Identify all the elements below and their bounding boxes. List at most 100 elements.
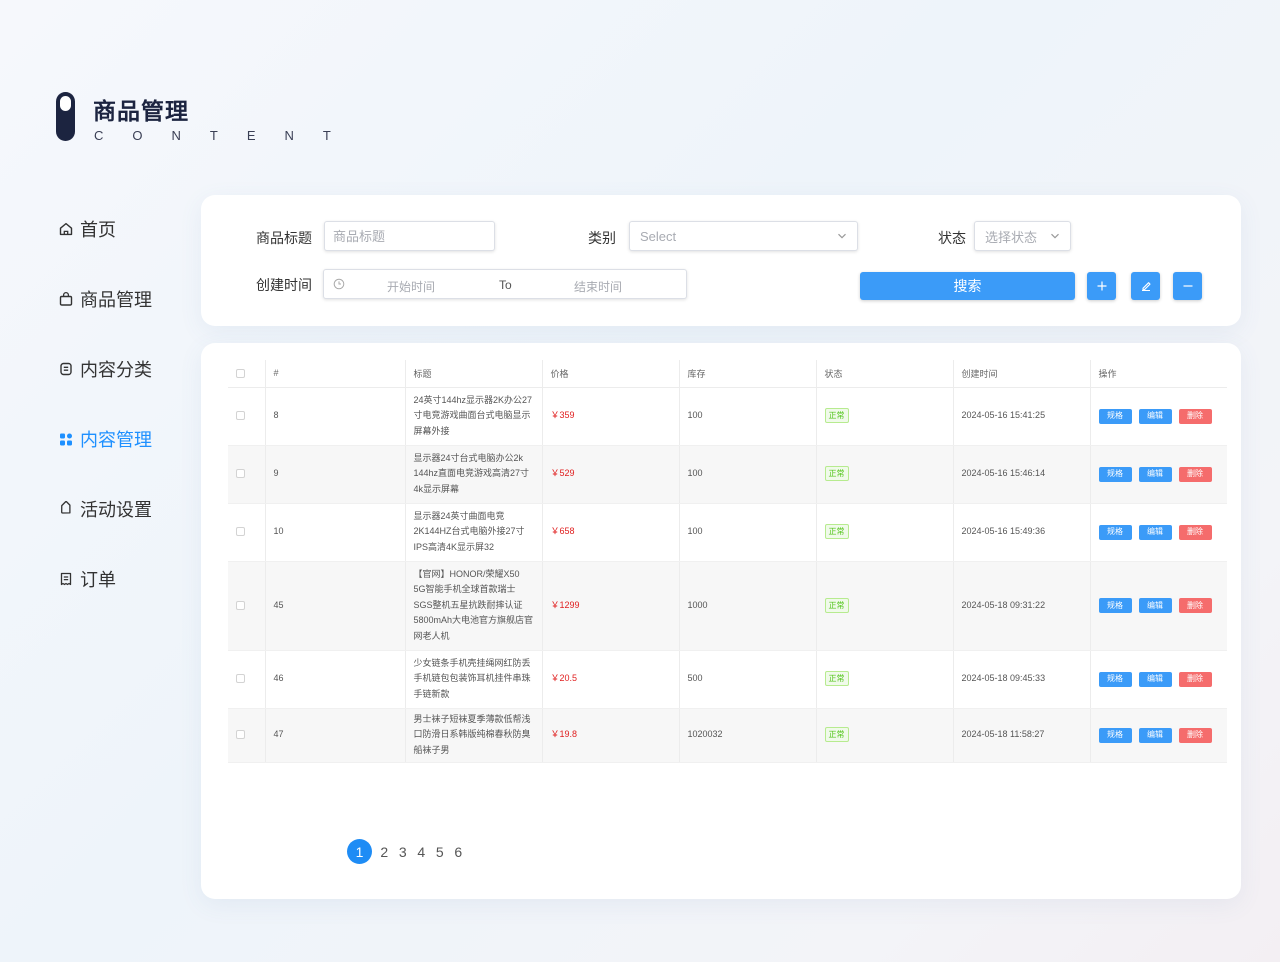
- row-delete-button[interactable]: 删除: [1178, 671, 1212, 687]
- spec-button[interactable]: 规格: [1098, 727, 1132, 743]
- cell-created: 2024-05-18 09:45:33: [953, 650, 1091, 709]
- sidebar-item-label: 内容分类: [80, 360, 152, 380]
- row-delete-button[interactable]: 删除: [1178, 727, 1212, 743]
- cell-id: 9: [265, 445, 406, 504]
- row-checkbox[interactable]: [236, 730, 245, 740]
- row-delete-button[interactable]: 删除: [1178, 598, 1212, 613]
- cell-stock: 1020032: [679, 708, 817, 763]
- time-filter-label: 创建时间: [256, 277, 312, 293]
- cell-created: 2024-05-16 15:46:14: [953, 445, 1091, 504]
- row-checkbox[interactable]: [236, 469, 245, 479]
- cell-price: ￥20.5: [542, 650, 680, 709]
- remove-button[interactable]: [1173, 272, 1202, 300]
- row-checkbox[interactable]: [236, 411, 245, 421]
- search-button[interactable]: 搜索: [860, 272, 1075, 300]
- row-checkbox[interactable]: [236, 527, 245, 537]
- category-filter-label: 类别: [588, 230, 616, 246]
- cell-id: 10: [265, 503, 406, 562]
- end-date-input[interactable]: 结束时间: [574, 278, 622, 295]
- spec-button[interactable]: 规格: [1098, 598, 1132, 613]
- cell-title: 少女链条手机壳挂绳网红防丢手机链包包装饰耳机挂件串珠手链新款: [405, 650, 543, 709]
- content-table: # 标题 价格 库存 状态 创建时间 操作 8 24英寸144hz显示器2K办公…: [228, 360, 1227, 763]
- add-button[interactable]: [1087, 272, 1116, 300]
- cell-title: 男士袜子短袜夏季薄款低帮浅口防滑日系韩版纯棉春秋防臭船袜子男: [405, 708, 543, 763]
- table-row: 9 显示器24寸台式电脑办公2k 144hz直面电竞游戏高清27寸4k显示屏幕 …: [228, 445, 1227, 504]
- spec-button[interactable]: 规格: [1098, 466, 1132, 482]
- status-badge: 正常: [824, 408, 849, 424]
- filter-panel: 商品标题 类别 Select 状态 选择状态 创建时间 开始时间 To 结束时间…: [201, 195, 1241, 326]
- sidebar-item-activities[interactable]: 活动设置: [58, 496, 152, 522]
- content-table-panel: # 标题 价格 库存 状态 创建时间 操作 8 24英寸144hz显示器2K办公…: [201, 343, 1241, 899]
- date-range-picker[interactable]: 开始时间 To 结束时间: [323, 269, 687, 299]
- cell-price: ￥529: [542, 445, 680, 504]
- status-badge: 正常: [824, 727, 849, 743]
- spec-button[interactable]: 规格: [1098, 524, 1132, 540]
- sidebar-item-home[interactable]: 首页: [58, 216, 116, 242]
- row-delete-button[interactable]: 删除: [1178, 466, 1212, 482]
- select-all-checkbox[interactable]: [236, 369, 245, 379]
- row-edit-button[interactable]: 编辑: [1138, 727, 1172, 743]
- row-delete-button[interactable]: 删除: [1178, 524, 1212, 540]
- row-checkbox[interactable]: [236, 674, 245, 684]
- table-row: 45 【官网】HONOR/荣耀X50 5G智能手机全球首款瑞士SGS整机五星抗跌…: [228, 561, 1227, 651]
- cell-price: ￥19.8: [542, 708, 680, 763]
- cell-created: 2024-05-16 15:41:25: [953, 387, 1091, 446]
- row-checkbox[interactable]: [236, 600, 245, 610]
- sidebar-item-categories[interactable]: 内容分类: [58, 356, 152, 382]
- cell-id: 47: [265, 708, 406, 763]
- chevron-down-icon: [837, 231, 847, 241]
- page-3-button[interactable]: 3: [394, 840, 413, 864]
- cell-price: ￥1299: [542, 561, 680, 651]
- column-header: 创建时间: [953, 360, 1091, 388]
- row-edit-button[interactable]: 编辑: [1138, 466, 1172, 482]
- cell-price: ￥359: [542, 387, 680, 446]
- pencil-icon: [1140, 280, 1152, 292]
- column-header: 库存: [679, 360, 817, 388]
- page-1-button[interactable]: 1: [347, 839, 372, 864]
- cell-title: 显示器24寸台式电脑办公2k 144hz直面电竞游戏高清27寸4k显示屏幕: [405, 445, 543, 504]
- start-date-input[interactable]: 开始时间: [387, 278, 435, 295]
- cell-id: 45: [265, 561, 406, 651]
- logo-subtitle: CONTENT: [94, 128, 360, 143]
- page-2-button[interactable]: 2: [375, 840, 394, 864]
- category-select[interactable]: Select: [629, 221, 858, 251]
- row-actions: 规格 编辑 删除: [1098, 466, 1220, 482]
- status-badge: 正常: [824, 671, 849, 687]
- cell-created: 2024-05-18 09:31:22: [953, 561, 1091, 651]
- cell-price: ￥658: [542, 503, 680, 562]
- row-edit-button[interactable]: 编辑: [1138, 524, 1172, 540]
- plus-icon: [1096, 280, 1108, 292]
- edit-button[interactable]: [1131, 272, 1160, 300]
- cell-stock: 1000: [679, 561, 817, 651]
- column-header: #: [265, 360, 406, 388]
- spec-button[interactable]: 规格: [1098, 671, 1132, 687]
- minus-icon: [1182, 280, 1194, 292]
- cell-id: 8: [265, 387, 406, 446]
- cell-id: 46: [265, 650, 406, 709]
- page-4-button[interactable]: 4: [412, 840, 431, 864]
- column-header: 价格: [542, 360, 680, 388]
- sidebar-item-orders[interactable]: 订单: [58, 566, 116, 592]
- sidebar-item-products[interactable]: 商品管理: [58, 286, 152, 312]
- cell-created: 2024-05-18 11:58:27: [953, 708, 1091, 763]
- table-row: 10 显示器24英寸曲面电竞2K144HZ台式电脑外接27寸IPS高清4K显示屏…: [228, 503, 1227, 562]
- grid-icon: [58, 431, 74, 447]
- title-filter-input[interactable]: [324, 221, 495, 251]
- table-row: 47 男士袜子短袜夏季薄款低帮浅口防滑日系韩版纯棉春秋防臭船袜子男 ￥19.8 …: [228, 708, 1227, 763]
- status-select[interactable]: 选择状态: [974, 221, 1071, 251]
- spec-button[interactable]: 规格: [1098, 408, 1132, 424]
- column-header: 标题: [405, 360, 543, 388]
- sidebar-item-content[interactable]: 内容管理: [58, 426, 152, 452]
- row-edit-button[interactable]: 编辑: [1138, 671, 1172, 687]
- sidebar-item-label: 订单: [80, 570, 116, 590]
- home-icon: [58, 221, 74, 237]
- cell-stock: 100: [679, 387, 817, 446]
- sidebar-item-label: 首页: [80, 220, 116, 240]
- page-6-button[interactable]: 6: [449, 840, 468, 864]
- page-5-button[interactable]: 5: [431, 840, 450, 864]
- row-edit-button[interactable]: 编辑: [1138, 598, 1172, 613]
- row-edit-button[interactable]: 编辑: [1138, 408, 1172, 424]
- row-delete-button[interactable]: 删除: [1178, 408, 1212, 424]
- status-filter-label: 状态: [938, 230, 966, 246]
- cell-title: 24英寸144hz显示器2K办公27寸电竞游戏曲面台式电脑显示屏幕外接: [405, 387, 543, 446]
